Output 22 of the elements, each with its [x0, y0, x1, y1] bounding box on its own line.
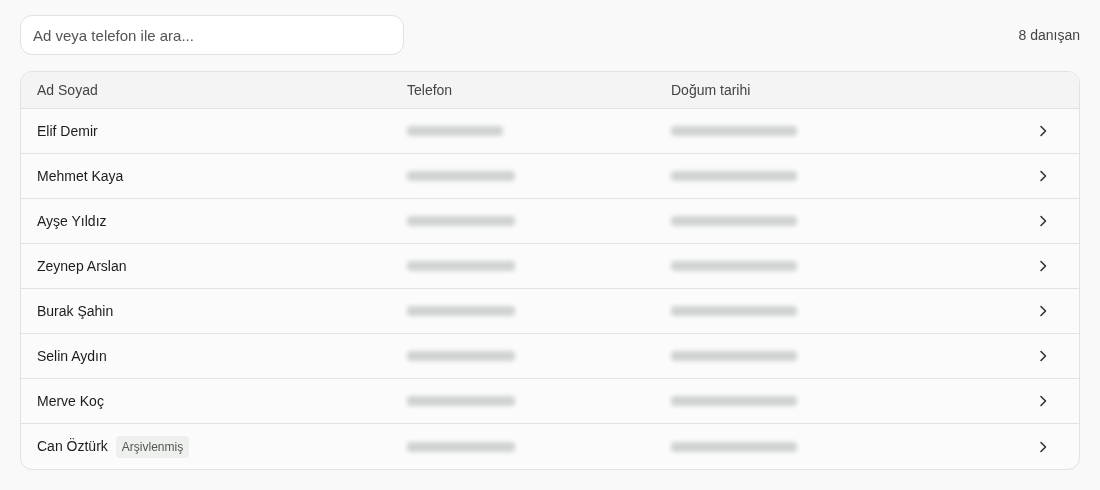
chevron-right-icon[interactable] — [1039, 305, 1047, 317]
employee-name: Merve Koç — [37, 391, 104, 411]
employee-name: Selin Aydın — [37, 346, 107, 366]
employee-name: Elif Demir — [37, 121, 98, 141]
archived-badge: Arşivlenmiş — [115, 435, 190, 458]
chevron-right-icon[interactable] — [1039, 260, 1047, 272]
column-header: Ad Soyad — [37, 80, 99, 100]
employee-count: 8 danışan — [1018, 25, 1080, 45]
column-header: Telefon — [407, 80, 454, 100]
column-header: Doğum tarihi — [671, 80, 752, 100]
chevron-right-icon[interactable] — [1039, 215, 1047, 227]
chevron-right-icon[interactable] — [1039, 350, 1047, 362]
chevron-right-icon[interactable] — [1039, 395, 1047, 407]
chevron-right-icon[interactable] — [1039, 125, 1047, 137]
employee-name: Can Öztürk — [37, 437, 108, 456]
employee-name: Mehmet Kaya — [37, 166, 124, 186]
employee-name: Zeynep Arslan — [37, 256, 127, 276]
search-field[interactable]: Ad veya telefon ile ara... — [20, 15, 404, 55]
employee-name: Ayşe Yıldız — [37, 211, 107, 231]
chevron-right-icon[interactable] — [1039, 170, 1047, 182]
employee-name: Burak Şahin — [37, 301, 114, 321]
chevron-right-icon[interactable] — [1039, 440, 1047, 453]
